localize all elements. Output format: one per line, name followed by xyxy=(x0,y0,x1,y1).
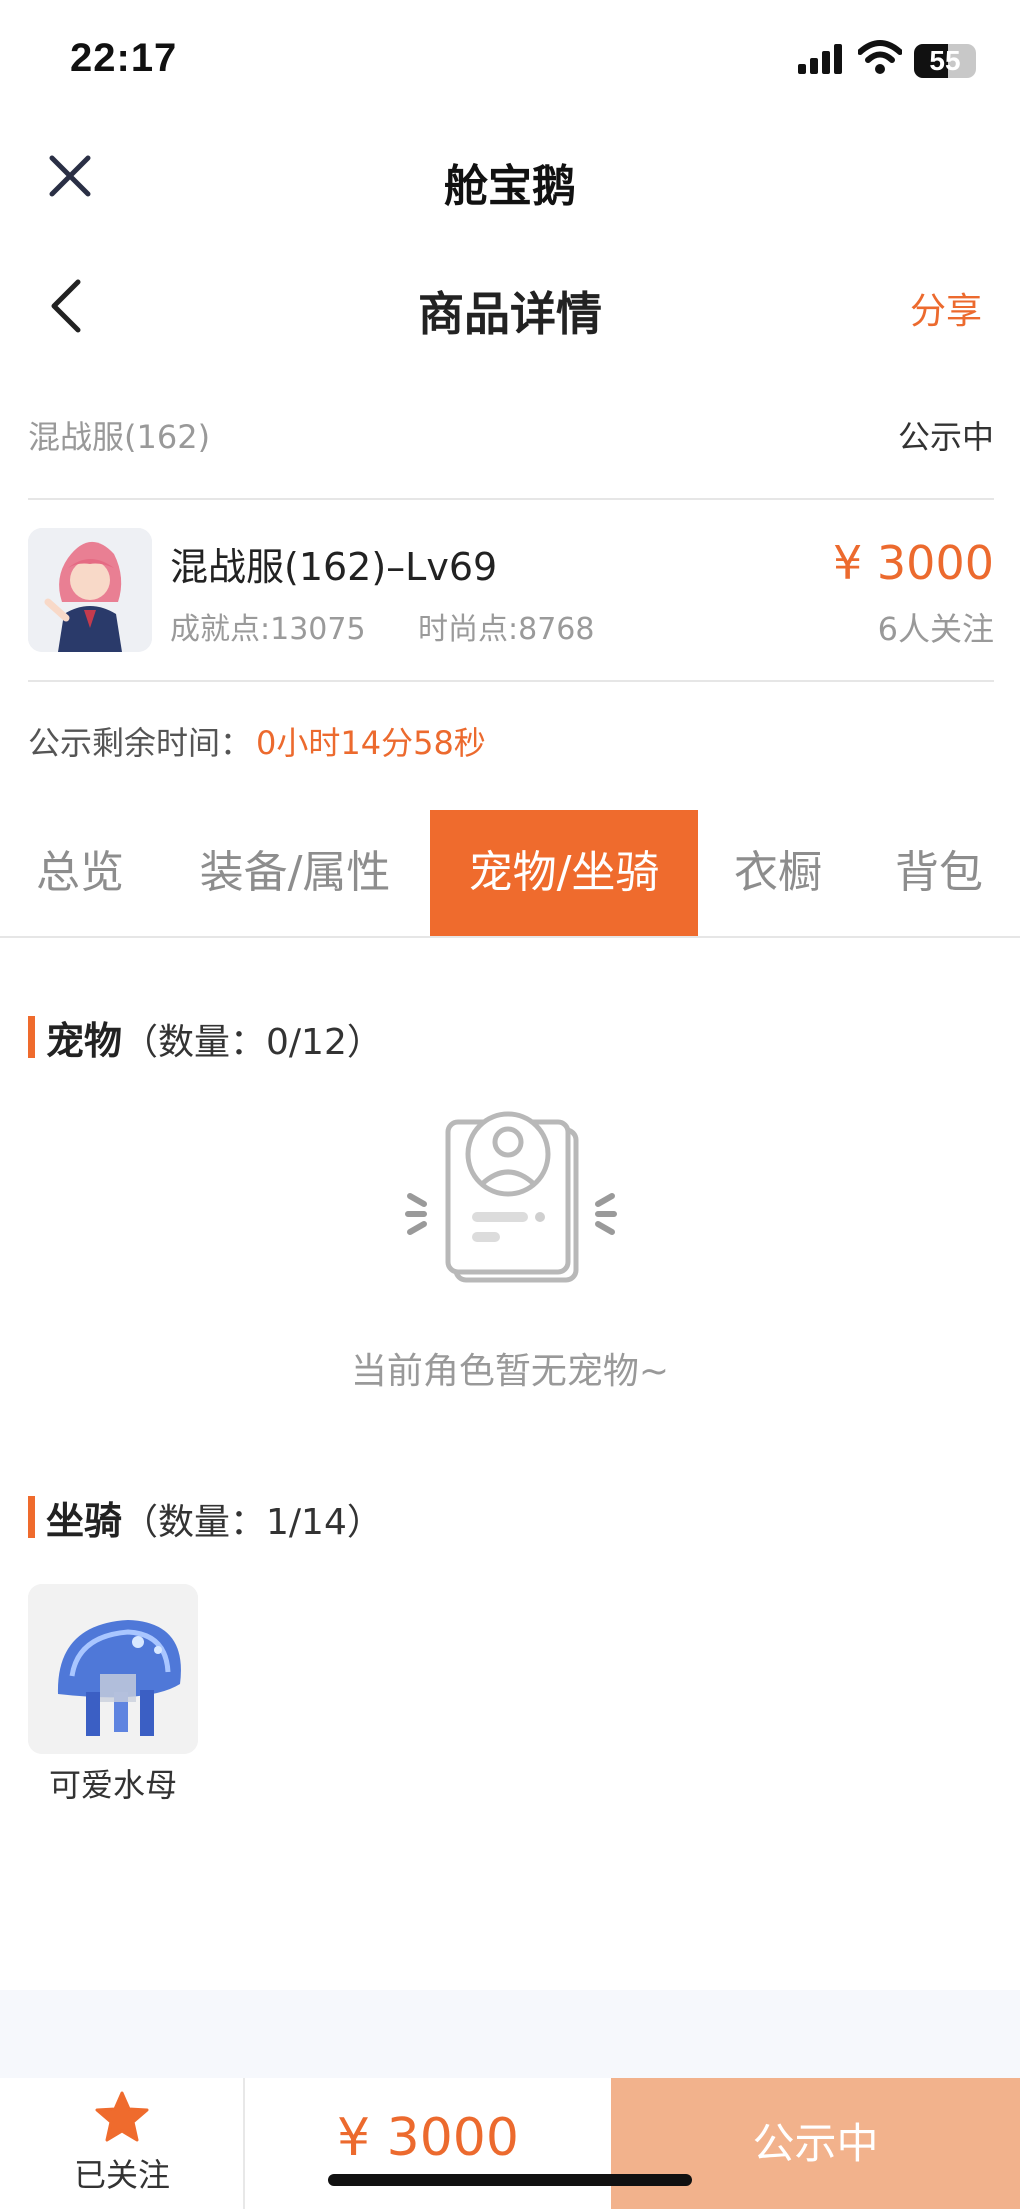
battery-icon: 55 xyxy=(914,44,976,78)
divider xyxy=(28,680,994,682)
follow-label: 已关注 xyxy=(73,2156,170,2194)
mounts-section-title: 坐骑 xyxy=(46,1499,123,1543)
listing-status-button[interactable]: 公示中 xyxy=(611,2078,1020,2209)
tabs-divider xyxy=(0,936,1020,938)
page-title: 商品详情 xyxy=(418,287,602,341)
bottom-price: ¥ 3000 xyxy=(337,2108,519,2168)
wifi-icon xyxy=(858,40,902,74)
empty-state-icon xyxy=(405,1111,617,1283)
follower-count: 6人关注 xyxy=(877,610,994,648)
product-price: ¥ 3000 xyxy=(833,536,994,590)
tab-pets-mounts[interactable]: 宠物/坐骑 xyxy=(430,810,698,936)
mount-name: 可爱水母 xyxy=(48,1766,177,1804)
home-indicator[interactable] xyxy=(328,2174,692,2186)
countdown-label: 公示剩余时间： xyxy=(28,724,253,762)
share-button[interactable]: 分享 xyxy=(910,282,982,334)
divider xyxy=(28,498,994,500)
mount-item[interactable] xyxy=(28,1584,198,1754)
pets-empty-text: 当前角色暂无宠物~ xyxy=(350,1351,670,1392)
product-title: 混战服(162)–Lv69 xyxy=(170,545,498,589)
app-title: 舱宝鹅 xyxy=(444,161,576,212)
listing-status: 公示中 xyxy=(897,418,994,456)
jellyfish-mount-image xyxy=(28,1584,198,1754)
section-marker xyxy=(28,1016,35,1058)
server-name: 混战服(162) xyxy=(28,418,211,456)
section-marker xyxy=(28,1496,35,1538)
tab-equipment[interactable]: 装备/属性 xyxy=(160,810,430,936)
character-avatar xyxy=(28,528,152,652)
tab-wardrobe[interactable]: 衣橱 xyxy=(698,810,858,936)
status-time: 22:17 xyxy=(70,36,178,80)
bottom-spacer xyxy=(0,1990,1020,2078)
pets-count: （数量：0/12） xyxy=(122,1022,383,1063)
tab-overview[interactable]: 总览 xyxy=(0,810,160,936)
countdown-value: 0小时14分58秒 xyxy=(256,724,486,762)
tab-backpack[interactable]: 背包 xyxy=(858,810,1020,936)
achievement-points: 成就点:13075 xyxy=(170,612,366,647)
fashion-points: 时尚点:8768 xyxy=(418,612,595,647)
mounts-section-header: 坐骑（数量：1/14） xyxy=(46,1490,383,1545)
pets-section-title: 宠物 xyxy=(46,1019,123,1063)
mounts-count: （数量：1/14） xyxy=(122,1502,383,1543)
signal-icon xyxy=(798,44,842,74)
star-icon xyxy=(95,2091,149,2142)
pets-section-header: 宠物（数量：0/12） xyxy=(46,1010,383,1065)
